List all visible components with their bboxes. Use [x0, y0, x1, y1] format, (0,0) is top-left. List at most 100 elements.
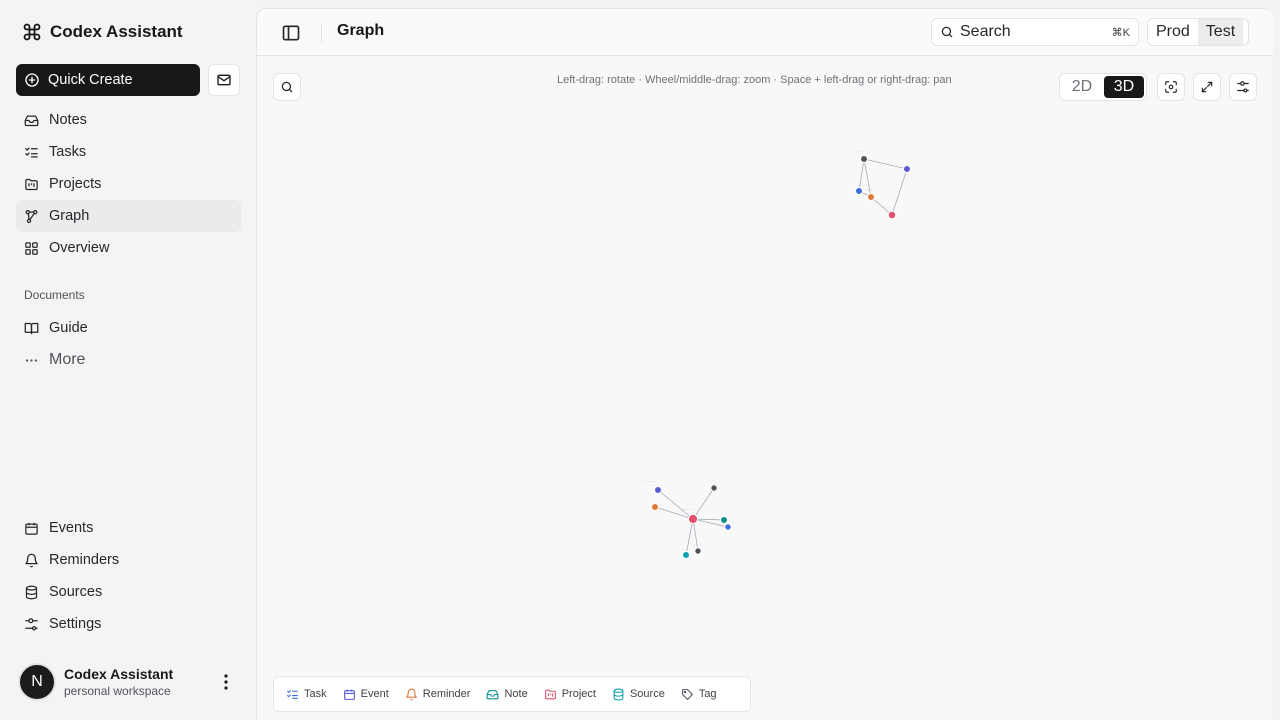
sidebar-item-label: More [49, 351, 86, 368]
folder-kanban-icon [544, 689, 556, 699]
sidebar-item-label: Sources [49, 584, 103, 600]
sidebar-item-more[interactable]: More [16, 344, 241, 376]
sidebar-toggle-icon[interactable] [281, 23, 301, 43]
brand-name: Codex Assistant [50, 22, 183, 41]
legend-label: Task [304, 688, 327, 700]
search-label: Search [960, 23, 1011, 40]
sidebar-item-overview[interactable]: Overview [16, 232, 241, 264]
sidebar-item-sources[interactable]: Sources [16, 576, 241, 608]
sidebar-item-label: Projects [49, 176, 102, 192]
graph-node[interactable] [903, 165, 911, 173]
svg-text:········: ········ [865, 187, 873, 191]
graph-node[interactable] [867, 193, 875, 201]
mail-button[interactable] [208, 64, 240, 96]
graph-node[interactable] [682, 551, 690, 559]
graph-canvas[interactable]: ······ ········ ········· ·············· [257, 57, 1273, 720]
calendar-icon [25, 522, 38, 535]
graph-node[interactable] [887, 210, 897, 220]
legend-item-project[interactable]: Project [544, 688, 596, 701]
sidebar-item-settings[interactable]: Settings [16, 608, 241, 640]
env-test-button[interactable]: Test [1197, 19, 1244, 45]
sidebar-item-notes[interactable]: Notes [16, 104, 241, 136]
sidebar-item-label: Graph [49, 208, 90, 224]
tag-icon [681, 688, 693, 700]
mail-icon [217, 74, 231, 86]
legend-label: Event [360, 688, 389, 700]
controls-hint: Left-drag: rotate · Wheel/middle-drag: z… [557, 74, 952, 86]
topbar: Graph Search ⌘K Prod Test [257, 9, 1273, 56]
quick-create-label: Quick Create [48, 72, 133, 88]
list-checks-icon [25, 147, 38, 157]
sidebar-item-guide[interactable]: Guide [16, 312, 241, 344]
page-title: Graph [337, 22, 385, 39]
svg-text:····: ···· [693, 542, 697, 546]
settings-sliders-icon [1237, 81, 1249, 93]
legend-item-event[interactable]: Event [343, 688, 389, 701]
graph-node-labels: ·············· ··········· ···· [643, 479, 697, 546]
avatar: N [18, 663, 56, 701]
legend-label: Tag [698, 688, 717, 700]
sidebar-item-label: Settings [49, 616, 102, 632]
graph-view[interactable]: ······ ········ ········· ·············· [257, 57, 1273, 720]
graph-settings-button[interactable] [1229, 73, 1257, 101]
graph-node[interactable] [720, 516, 728, 524]
graph-search-button[interactable] [273, 73, 301, 101]
environment-switcher: Prod Test [1147, 18, 1249, 46]
user-workspace: personal workspace [64, 684, 171, 698]
legend-label: Note [504, 688, 528, 700]
inbox-icon [24, 115, 39, 126]
dimension-3d-button[interactable]: 3D [1104, 76, 1144, 98]
graph-node[interactable] [855, 187, 863, 195]
documents-section-label: Documents [24, 288, 85, 302]
sidebar-item-label: Tasks [49, 144, 87, 160]
legend-item-reminder[interactable]: Reminder [405, 688, 470, 701]
focus-button[interactable] [1157, 73, 1185, 101]
sidebar-item-label: Overview [49, 240, 110, 256]
graph-node[interactable] [654, 486, 662, 494]
database-icon [25, 585, 38, 599]
search-button[interactable]: Search ⌘K [931, 18, 1139, 46]
expand-icon [1201, 81, 1213, 93]
brand[interactable]: Codex Assistant [22, 20, 183, 44]
layout-grid-icon [25, 241, 38, 255]
graph-node[interactable] [724, 523, 732, 531]
sidebar-item-events[interactable]: Events [16, 512, 241, 544]
main-panel: Graph Search ⌘K Prod Test ······ ·······… [256, 8, 1273, 720]
user-name: Codex Assistant [64, 666, 174, 682]
sidebar-item-projects[interactable]: Projects [16, 168, 241, 200]
user-profile[interactable]: N Codex Assistant personal workspace [18, 662, 242, 702]
sidebar-item-label: Guide [49, 320, 88, 336]
graph-node[interactable] [651, 503, 659, 511]
plus-circle-icon [25, 73, 39, 87]
sidebar-item-graph[interactable]: Graph [16, 200, 241, 232]
divider [321, 23, 322, 43]
sidebar-item-label: Reminders [49, 552, 120, 568]
book-icon [24, 322, 39, 334]
settings-sliders-icon [25, 617, 38, 630]
legend-item-note[interactable]: Note [486, 688, 528, 701]
graph-node[interactable] [694, 547, 702, 555]
bell-icon [25, 553, 38, 567]
quick-create-button[interactable]: Quick Create [16, 64, 200, 96]
more-vertical-icon[interactable] [218, 672, 234, 692]
node-type-legend: Task Event Reminder Note Project Source [273, 676, 751, 712]
graph-node[interactable] [710, 484, 718, 492]
legend-label: Source [629, 688, 665, 700]
sidebar-item-reminders[interactable]: Reminders [16, 544, 241, 576]
sidebar-item-tasks[interactable]: Tasks [16, 136, 241, 168]
search-icon [941, 26, 953, 38]
graph-node[interactable] [860, 155, 868, 163]
graph-node[interactable] [687, 513, 699, 525]
fullscreen-button[interactable] [1193, 73, 1221, 101]
dimension-toggle: 2D 3D [1059, 73, 1147, 101]
search-icon [281, 81, 293, 93]
legend-item-tag[interactable]: Tag [681, 688, 717, 701]
legend-item-source[interactable]: Source [612, 688, 665, 701]
dimension-2d-button[interactable]: 2D [1062, 76, 1102, 98]
svg-text:··············: ·············· [643, 479, 656, 483]
task-icon [287, 689, 298, 699]
folder-kanban-icon [25, 178, 38, 190]
ellipsis-icon [26, 358, 37, 362]
env-prod-button[interactable]: Prod [1148, 19, 1198, 45]
legend-item-task[interactable]: Task [286, 688, 327, 701]
